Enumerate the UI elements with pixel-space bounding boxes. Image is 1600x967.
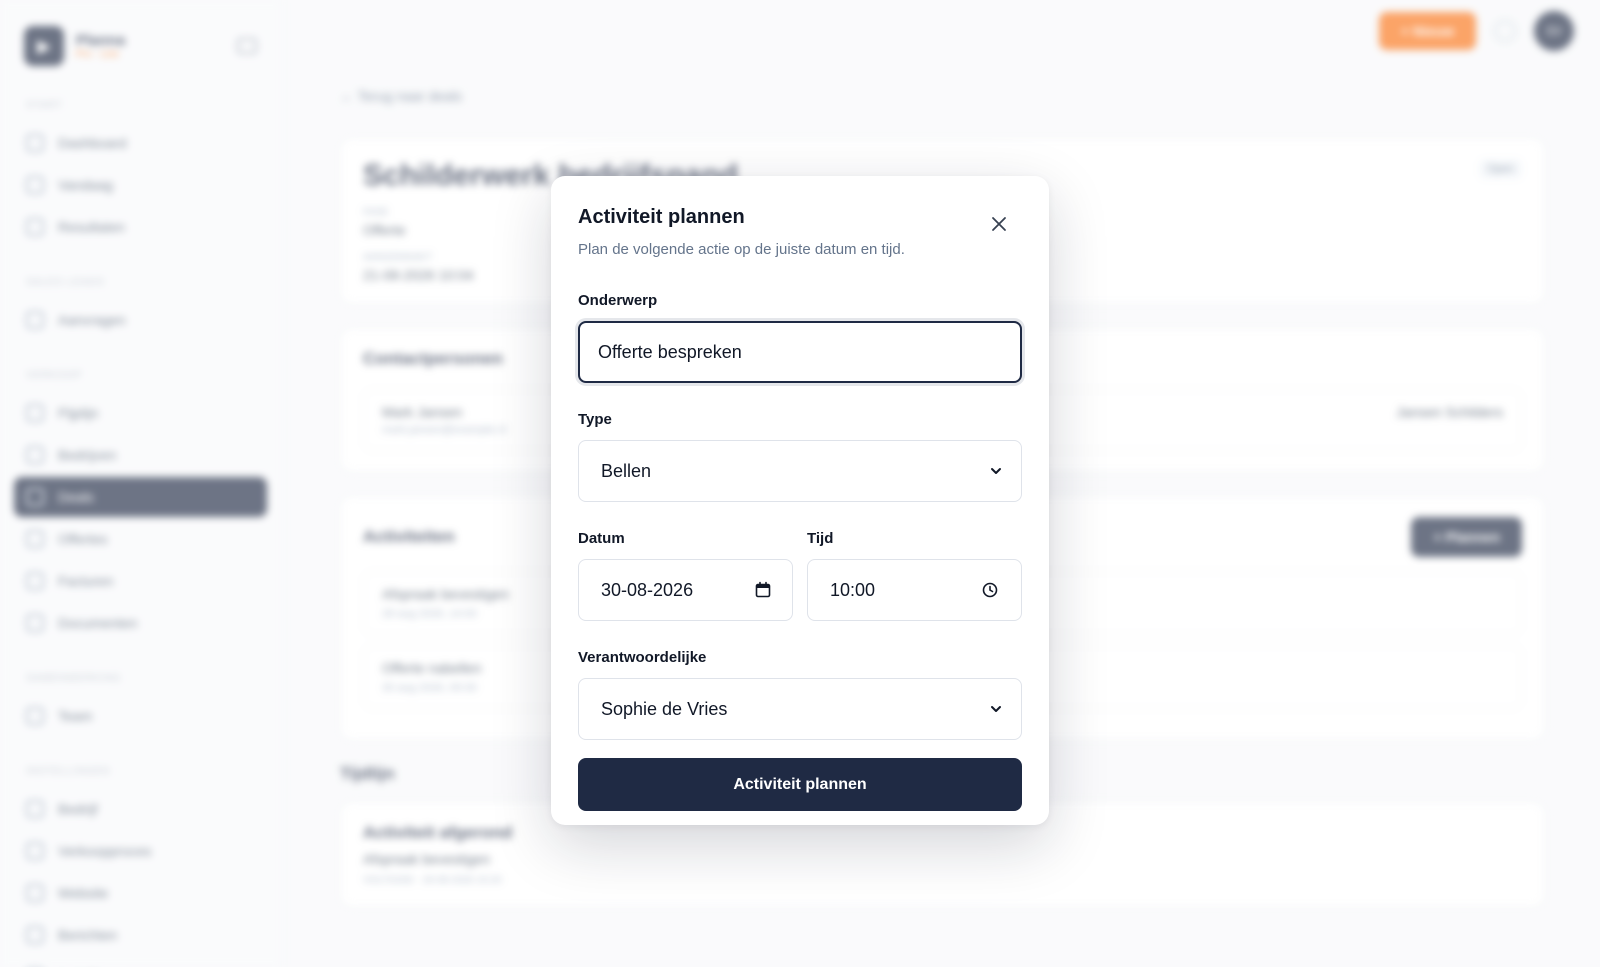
- type-value: Bellen: [601, 460, 652, 481]
- time-value: 10:00: [830, 579, 876, 600]
- date-input[interactable]: 30-08-2026: [578, 559, 793, 621]
- subject-label: Onderwerp: [578, 292, 658, 309]
- calendar-icon[interactable]: [754, 581, 772, 599]
- submit-button[interactable]: Activiteit plannen: [578, 758, 1022, 811]
- date-label: Datum: [578, 530, 625, 547]
- time-input[interactable]: 10:00: [807, 559, 1022, 621]
- owner-select[interactable]: Sophie de Vries: [578, 678, 1022, 740]
- plan-activity-modal: Activiteit plannen Plan de volgende acti…: [551, 176, 1049, 825]
- chevron-down-icon: [991, 706, 1001, 712]
- close-icon[interactable]: [989, 214, 1009, 234]
- modal-title: Activiteit plannen: [578, 206, 745, 228]
- time-label: Tijd: [807, 530, 834, 547]
- subject-value: Offerte bespreken: [598, 341, 742, 362]
- subject-input[interactable]: Offerte bespreken: [578, 321, 1022, 383]
- modal-subtitle: Plan de volgende actie op de juiste datu…: [578, 241, 905, 258]
- owner-label: Verantwoordelijke: [578, 649, 707, 666]
- date-value: 30-08-2026: [601, 579, 694, 600]
- clock-icon[interactable]: [981, 581, 999, 599]
- owner-value: Sophie de Vries: [601, 698, 728, 719]
- chevron-down-icon: [991, 468, 1001, 474]
- type-select[interactable]: Bellen: [578, 440, 1022, 502]
- type-label: Type: [578, 411, 612, 428]
